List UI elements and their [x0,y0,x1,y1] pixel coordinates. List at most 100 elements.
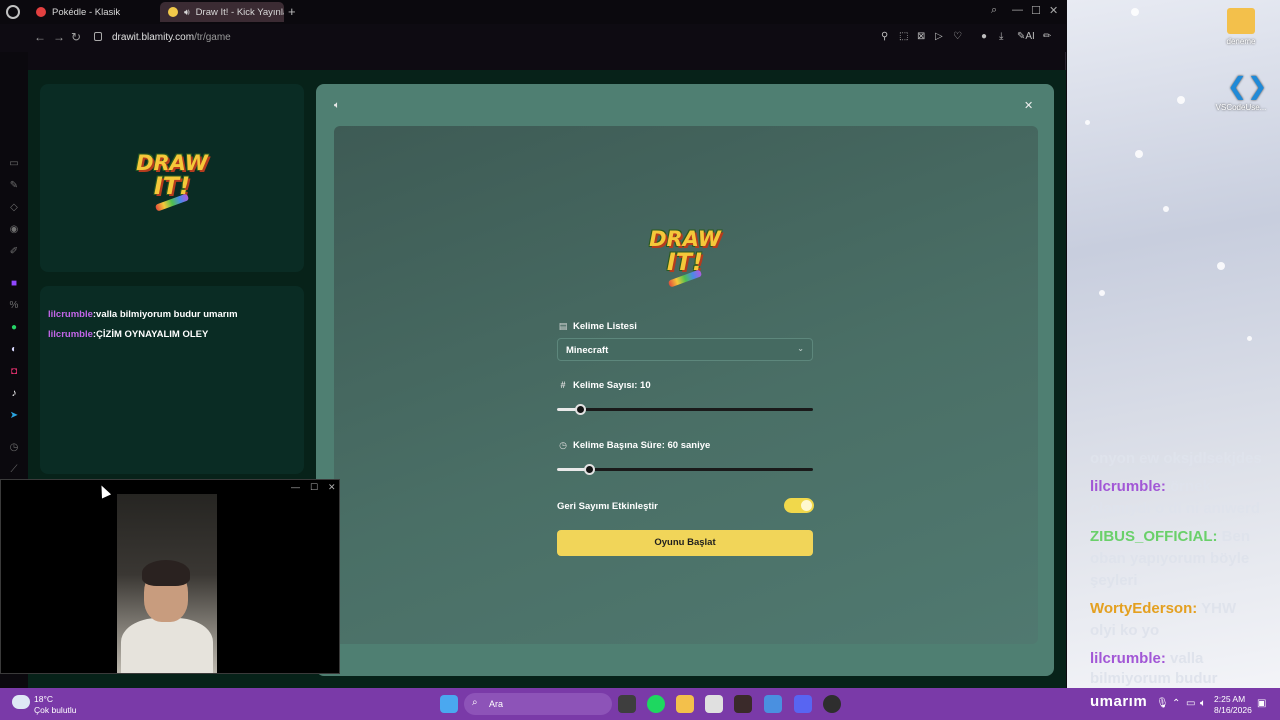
minimize-icon[interactable]: — [291,482,300,492]
timer-icon: ◷ [559,440,567,450]
chat-username[interactable]: lilcrumble [48,309,93,320]
network-icon[interactable]: ▭ [1186,698,1195,709]
address-bar: ← → ↻ drawit.blamity.com/tr/game ⚲ ⬚ ⊠ ▷… [0,24,1066,52]
countdown-toggle[interactable] [784,498,814,513]
word-list-select[interactable]: Minecraft ⌄ [557,338,813,361]
word-count-slider[interactable] [557,404,813,415]
desktop-icon-vscode[interactable]: ❮❯ VSCodeUse... [1211,74,1271,113]
back-icon[interactable]: ← [34,30,46,44]
sound-toggle-icon[interactable]: 🔈︎ [334,100,340,111]
mail-icon[interactable] [764,695,782,713]
chat-text: valla bilmiyorum budur umarım [96,309,238,320]
aria-ai-button[interactable]: ✎AI [1017,31,1035,42]
slider-thumb[interactable] [584,464,595,475]
document-icon: ▤ [558,321,568,331]
stream-chat-text: YHW [1201,600,1237,617]
sidebar-messages-icon[interactable]: ▭ [8,158,20,170]
sidebar-eye-icon[interactable]: ◉ [8,224,20,236]
whatsapp-icon[interactable]: ● [8,322,20,334]
camera-window[interactable]: — ☐ ✕ [0,479,340,674]
word-list-label-text: Kelime Listesi [573,321,637,332]
opera-logo-icon[interactable] [6,5,20,19]
snapshot-icon[interactable]: ⬚ [899,31,908,42]
maximize-icon[interactable]: ☐ [310,482,318,493]
tiktok-icon[interactable]: ♪ [8,388,20,400]
logo-line1: DRAW [136,150,208,175]
tab-pokedle[interactable]: Pokédle - Klasik [28,2,156,22]
stream-chat-text: onyon ew oksjdlsekjdes [1090,450,1262,467]
countdown-label: Geri Sayımı Etkinleştir [557,501,658,512]
weather-desc[interactable]: Çok bulutlu [34,705,77,715]
start-game-button[interactable]: Oyunu Başlat [557,530,813,556]
minimize-icon[interactable]: — [1012,4,1023,16]
app-icon[interactable] [823,695,841,713]
sidebar-brush-icon[interactable]: ✐ [8,246,20,258]
close-icon[interactable]: ✕ [328,482,336,493]
discord-taskbar-icon[interactable] [794,695,812,713]
taskbar: 18°C Çok bulutlu ⌕ Ara 🎙︎ ⌃ ▭ 🔈︎ 2:25 AM… [0,688,1280,720]
toggle-knob [801,500,812,511]
search-tabs-icon[interactable]: ⌕ [991,4,997,17]
task-view-icon[interactable] [618,695,636,713]
microphone-icon[interactable]: 🎙︎ [1156,698,1169,709]
sidebar-pin-icon[interactable]: ⟋ [8,464,20,476]
pokedle-favicon-icon [36,7,46,17]
clock-time[interactable]: 2:25 AM [1214,694,1245,704]
notification-icon[interactable]: ▣ [1257,698,1266,709]
slider-thumb[interactable] [575,404,587,415]
download-icon[interactable]: ⤓ [999,31,1003,42]
sidebar-percent-icon[interactable]: % [8,300,20,312]
desktop-icon-deneme[interactable]: deneme [1211,8,1271,46]
lock-icon [94,32,102,41]
clock-date[interactable]: 8/16/2026 [1214,705,1252,715]
weather-temp[interactable]: 18°C [34,694,53,704]
heart-icon[interactable]: ♡ [953,31,962,42]
time-per-word-label: ◷ Kelime Başına Süre: 60 saniye [557,440,710,451]
taskbar-search[interactable]: ⌕ Ara [464,693,612,715]
new-tab-icon[interactable]: + [288,4,296,19]
profile-icon[interactable]: ● [981,31,987,42]
file-explorer-icon[interactable] [676,695,694,713]
close-modal-icon[interactable]: ✕ [1024,99,1033,112]
sidebar-history-icon[interactable]: ◷ [8,442,20,454]
stream-chat-text: örnek [1170,478,1211,495]
reload-icon[interactable]: ↻ [71,30,81,44]
start-menu-icon[interactable] [440,695,458,713]
spotify-icon[interactable] [647,695,665,713]
stream-chat-line: şeyleri [1090,572,1138,589]
discord-icon[interactable]: ◐ [8,344,20,356]
stream-chat-line: lilcrumble: valla [1090,650,1203,667]
instagram-icon[interactable]: ◘ [8,366,20,378]
twitch-icon[interactable]: ■ [8,278,20,290]
forward-icon[interactable]: → [53,30,65,44]
edit-icon[interactable]: ✏ [1043,31,1051,42]
store-icon[interactable] [705,695,723,713]
sidebar-pen-icon[interactable]: ✎ [8,180,20,192]
maximize-icon[interactable]: ☐ [1031,4,1041,17]
adblock-icon[interactable]: ⊠ [917,31,925,42]
snowflake [1247,336,1252,341]
overlay-caption: umarım [1090,693,1148,710]
webcam-feed [117,494,217,673]
chevron-up-icon[interactable]: ⌃ [1172,698,1180,709]
url-field[interactable]: drawit.blamity.com/tr/game [112,32,231,43]
chat-username[interactable]: lilcrumble [48,329,93,340]
stream-chat-text: olamıydı o di ni anıwerd [1090,500,1261,517]
stream-chat-line: ZIBUS_OFFICIAL: Ben [1090,528,1250,545]
volume-icon[interactable]: 🔈︎ [1200,698,1206,709]
player-icon[interactable]: ▷ [935,31,943,42]
speaker-icon[interactable]: 🔊︎ [184,7,190,18]
stream-chat-line: bilmiyorum budur [1090,670,1218,687]
telegram-icon[interactable]: ➤ [8,410,20,422]
chevron-down-icon: ⌄ [797,344,804,353]
snowflake [1085,120,1090,125]
snowflake [1163,206,1169,212]
time-per-word-slider[interactable] [557,464,813,475]
close-window-icon[interactable]: ✕ [1049,4,1058,17]
url-host: drawit.blamity.com [112,32,195,43]
cloud-icon[interactable] [12,695,30,709]
tab-draw-it[interactable]: 🔊︎ Draw It! - Kick Yayınları [160,2,284,22]
sidebar-eraser-icon[interactable]: ◇ [8,202,20,214]
pin-icon[interactable]: ⚲ [881,31,888,42]
obs-icon[interactable] [734,695,752,713]
